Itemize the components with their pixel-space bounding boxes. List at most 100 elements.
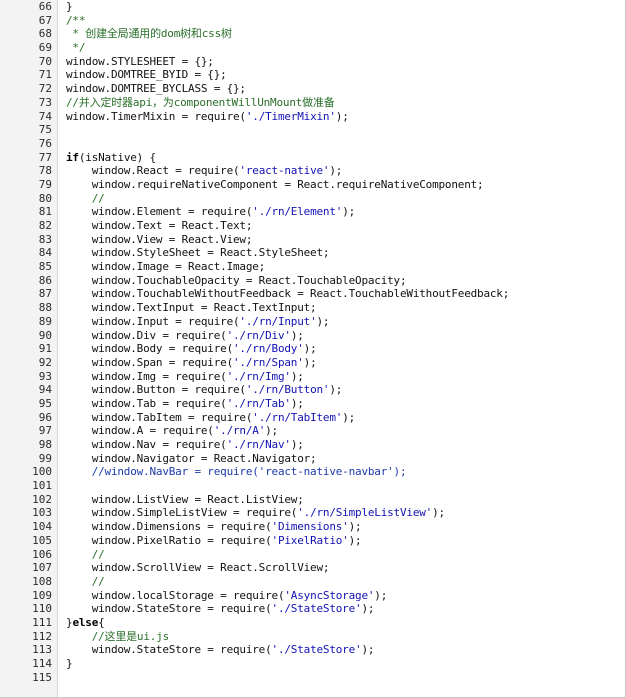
code-text: window.TabItem = require('./rn/TabItem')… <box>66 411 356 425</box>
line-number: 114 <box>32 657 52 670</box>
code-line[interactable]: 111}else{ <box>0 616 625 630</box>
code-line[interactable]: 67 /** <box>0 14 625 28</box>
line-number: 89 <box>38 314 52 328</box>
code-line[interactable]: 78 window.React = require('react-native'… <box>0 164 625 178</box>
code-line[interactable]: 88 window.TextInput = React.TextInput; <box>0 301 625 315</box>
code-line[interactable]: 84 window.StyleSheet = React.StyleSheet; <box>0 246 625 260</box>
code-line[interactable]: 71 window.DOMTREE_BYID = {}; <box>0 68 625 82</box>
line-number: 105 <box>32 533 52 547</box>
code-token: window.TouchableWithoutFeedback = React.… <box>66 287 510 301</box>
code-text: window.Image = React.Image; <box>66 260 266 274</box>
code-token: ); <box>348 520 362 534</box>
code-line[interactable]: 98 window.Nav = require('./rn/Nav'); <box>0 438 625 452</box>
code-line[interactable]: 76 <box>0 137 625 151</box>
code-token: ); <box>303 355 317 369</box>
code-text: //这里是ui.js <box>66 630 170 644</box>
line-number: 102 <box>32 492 52 506</box>
code-token: window.React = require( <box>66 164 240 178</box>
code-line[interactable]: 87 window.TouchableWithoutFeedback = Rea… <box>0 287 625 301</box>
code-line[interactable]: 90 window.Div = require('./rn/Div'); <box>0 329 625 343</box>
code-line[interactable]: 114} <box>0 657 625 671</box>
code-line[interactable]: 68 * 创建全局通用的dom树和css树 <box>0 27 625 41</box>
code-line[interactable]: 103 window.SimpleListView = require('./r… <box>0 506 625 520</box>
code-token: window.A = require( <box>66 424 214 438</box>
code-line[interactable]: 102 window.ListView = React.ListView; <box>0 493 625 507</box>
comment-token: * 创建全局通用的dom树和css树 <box>66 27 232 41</box>
code-text: window.View = React.View; <box>66 233 253 247</box>
line-number: 71 <box>38 68 52 82</box>
code-text: }else{ <box>66 616 105 630</box>
code-line[interactable]: 106 // <box>0 548 625 562</box>
line-number: 108 <box>32 574 52 588</box>
code-line[interactable]: 113 window.StateStore = require('./State… <box>0 643 625 657</box>
code-line[interactable]: 100 //window.NavBar = require('react-nat… <box>0 465 625 479</box>
code-line[interactable]: 93 window.Img = require('./rn/Img'); <box>0 370 625 384</box>
code-text: window.requireNativeComponent = React.re… <box>66 178 484 192</box>
line-number: 91 <box>38 342 52 356</box>
code-line[interactable]: 86 window.TouchableOpacity = React.Touch… <box>0 274 625 288</box>
line-number: 110 <box>32 602 52 616</box>
code-line[interactable]: 79 window.requireNativeComponent = React… <box>0 178 625 192</box>
code-text: window.Tab = require('./rn/Tab'); <box>66 397 304 411</box>
line-number: 87 <box>38 287 52 301</box>
code-token: } <box>66 657 73 670</box>
line-number: 84 <box>38 246 52 260</box>
code-line[interactable]: 96 window.TabItem = require('./rn/TabIte… <box>0 411 625 425</box>
string-token: 'AsyncStorage' <box>284 588 375 602</box>
code-line[interactable]: 92 window.Span = require('./rn/Span'); <box>0 356 625 370</box>
comment-token: /** <box>66 13 86 27</box>
code-line[interactable]: 109 window.localStorage = require('Async… <box>0 589 625 603</box>
code-line[interactable]: 66} <box>0 0 625 14</box>
code-line[interactable]: 112 //这里是ui.js <box>0 630 625 644</box>
code-token: ); <box>342 205 356 219</box>
code-token: ); <box>361 643 375 657</box>
code-line[interactable]: 73 //并入定时器api，为componentWillUnMount做准备 <box>0 96 625 110</box>
code-text: // <box>66 548 105 562</box>
code-text: window.Span = require('./rn/Span'); <box>66 356 317 370</box>
code-token: ); <box>348 533 362 547</box>
code-line[interactable]: 89 window.Input = require('./rn/Input'); <box>0 315 625 329</box>
line-number: 94 <box>38 383 52 397</box>
code-text: } <box>66 0 73 14</box>
code-line[interactable]: 108 // <box>0 575 625 589</box>
line-number: 80 <box>38 191 52 205</box>
line-number: 85 <box>38 260 52 274</box>
code-line[interactable]: 72 window.DOMTREE_BYCLASS = {}; <box>0 82 625 96</box>
code-editor[interactable]: 66} 67/** 68 * 创建全局通用的dom树和css树 69 */70 wind… <box>0 0 626 698</box>
code-line[interactable]: 91 window.Body = require('./rn/Body'); <box>0 342 625 356</box>
code-line[interactable]: 77 if(isNative) { <box>0 151 625 165</box>
code-line[interactable]: 115 <box>0 671 625 685</box>
line-number: 86 <box>38 273 52 287</box>
line-number: 69 <box>38 41 52 55</box>
code-token: window.STYLESHEET = {}; <box>66 54 214 68</box>
code-text: window.StateStore = require('./StateStor… <box>66 602 375 616</box>
code-text: // <box>66 192 105 206</box>
code-line[interactable]: 80 // <box>0 192 625 206</box>
code-line[interactable]: 110 window.StateStore = require('./State… <box>0 602 625 616</box>
line-number: 107 <box>32 561 52 575</box>
code-line[interactable]: 82 window.Text = React.Text; <box>0 219 625 233</box>
code-token: (isNative) { <box>78 150 156 164</box>
code-text: window.PixelRatio = require('PixelRatio'… <box>66 533 362 548</box>
code-line[interactable]: 85 window.Image = React.Image; <box>0 260 625 274</box>
code-token: window.Div = require( <box>66 328 227 342</box>
code-line[interactable]: 101 <box>0 479 625 493</box>
code-line[interactable]: 107 window.ScrollView = React.ScrollView… <box>0 561 625 575</box>
code-line[interactable]: 81 window.Element = require('./rn/Elemen… <box>0 205 625 219</box>
code-line[interactable]: 69 */ <box>0 41 625 55</box>
code-token: window.Image = React.Image; <box>66 260 266 274</box>
code-line[interactable]: 104 window.Dimensions = require('Dimensi… <box>0 520 625 534</box>
string-token: 'react-native' <box>239 164 330 178</box>
code-line[interactable]: 74 window.TimerMixin = require('./TimerMi… <box>0 110 625 124</box>
code-line[interactable]: 99 window.Navigator = React.Navigator; <box>0 452 625 466</box>
code-text: window.ScrollView = React.ScrollView; <box>66 561 330 575</box>
code-line[interactable]: 75 <box>0 123 625 137</box>
code-line[interactable]: 83 window.View = React.View; <box>0 233 625 247</box>
code-line[interactable]: 94 window.Button = require('./rn/Button'… <box>0 383 625 397</box>
code-line[interactable]: 70 window.STYLESHEET = {}; <box>0 55 625 69</box>
code-token: ); <box>290 328 304 342</box>
code-token: window.localStorage = require( <box>66 588 285 602</box>
code-line[interactable]: 97 window.A = require('./rn/A'); <box>0 424 625 438</box>
code-line[interactable]: 95 window.Tab = require('./rn/Tab'); <box>0 397 625 411</box>
code-line[interactable]: 105 window.PixelRatio = require('PixelRa… <box>0 534 625 548</box>
